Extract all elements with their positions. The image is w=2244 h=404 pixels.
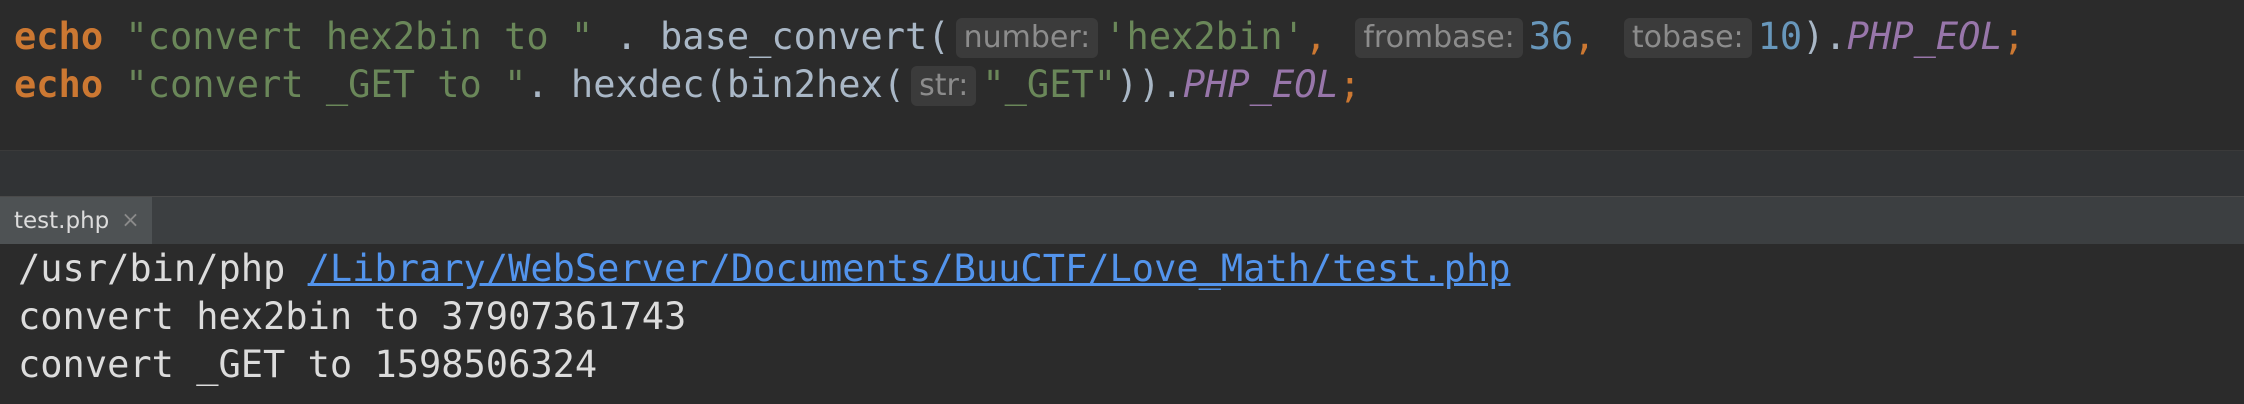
concat-operator: .	[526, 63, 571, 106]
keyword-echo: echo	[14, 63, 104, 106]
code-line-2[interactable]: echo "convert _GET to ". hexdec(bin2hex(…	[14, 62, 1361, 108]
param-hint-str: str:	[911, 66, 977, 106]
run-tab-bar: test.php ×	[0, 196, 2244, 244]
code-editor[interactable]: echo "convert hex2bin to " . base_conver…	[0, 0, 2244, 150]
close-icon[interactable]: ×	[121, 208, 139, 233]
ide-window: echo "convert hex2bin to " . base_conver…	[0, 0, 2244, 404]
close-paren: )).	[1116, 63, 1183, 106]
argument-string: "_GET"	[982, 63, 1117, 106]
string-literal: "convert hex2bin to "	[125, 15, 594, 58]
code-line-1[interactable]: echo "convert hex2bin to " . base_conver…	[14, 14, 2025, 60]
console-command-line: /usr/bin/php /Library/WebServer/Document…	[18, 246, 1511, 292]
close-paren: ).	[1802, 15, 1847, 58]
comma: ,	[1304, 15, 1328, 58]
argument-string: 'hex2bin'	[1104, 15, 1305, 58]
panel-divider[interactable]	[0, 150, 2244, 197]
console-output-line: convert _GET to 1598506324	[18, 343, 598, 386]
param-hint-tobase: tobase:	[1623, 18, 1752, 58]
keyword-echo: echo	[14, 15, 104, 58]
function-call: hexdec(bin2hex(	[570, 63, 906, 106]
param-hint-frombase: frombase:	[1355, 18, 1523, 58]
script-path-link[interactable]: /Library/WebServer/Documents/BuuCTF/Love…	[308, 247, 1511, 290]
console-output-line: convert hex2bin to 37907361743	[18, 295, 687, 338]
argument-frombase: 36	[1528, 15, 1574, 58]
param-hint-number: number:	[955, 18, 1099, 58]
semicolon: ;	[2002, 15, 2025, 58]
argument-tobase: 10	[1757, 15, 1803, 58]
run-console[interactable]: /usr/bin/php /Library/WebServer/Document…	[0, 244, 2244, 404]
constant-php-eol: PHP_EOL	[1182, 63, 1339, 106]
function-call: base_convert(	[660, 15, 950, 58]
tab-test-php[interactable]: test.php ×	[0, 197, 152, 244]
comma: ,	[1573, 15, 1596, 58]
tab-label: test.php	[14, 207, 110, 234]
string-literal: "convert _GET to "	[125, 63, 527, 106]
concat-operator: .	[593, 15, 661, 58]
php-binary-path: /usr/bin/php	[18, 247, 286, 290]
constant-php-eol: PHP_EOL	[1846, 15, 2003, 58]
semicolon: ;	[1338, 63, 1362, 106]
